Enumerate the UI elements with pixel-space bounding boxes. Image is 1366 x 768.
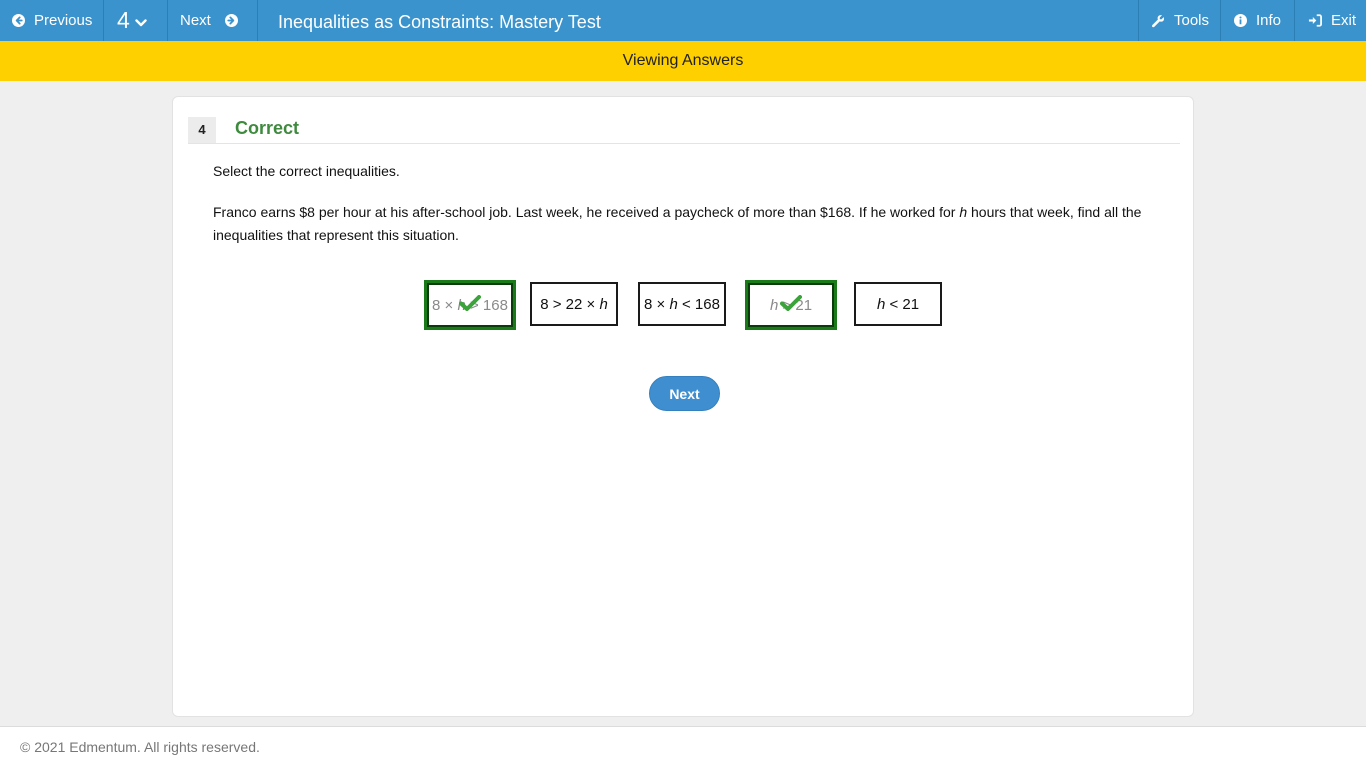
wrench-icon bbox=[1151, 14, 1165, 28]
question-header: 4 Correct bbox=[188, 115, 1180, 144]
answer-choice-3[interactable]: 8 × h < 168 bbox=[638, 282, 726, 326]
arrow-circle-right-icon bbox=[224, 14, 238, 27]
question-variable: h bbox=[959, 204, 968, 220]
question-text: Franco earns $8 per hour at his after-sc… bbox=[213, 201, 1153, 247]
chevron-down-icon bbox=[135, 18, 147, 28]
question-card: 4 Correct Select the correct inequalitie… bbox=[172, 96, 1194, 717]
question-text-part1: Franco earns $8 per hour at his after-sc… bbox=[213, 204, 960, 220]
answer-choice-5[interactable]: h < 21 bbox=[854, 282, 942, 326]
next-question-button[interactable]: Next bbox=[649, 376, 720, 411]
previous-button[interactable]: Previous bbox=[0, 0, 104, 41]
arrow-circle-left-icon bbox=[12, 14, 25, 27]
next-nav-button[interactable]: Next bbox=[168, 0, 258, 41]
footer: © 2021 Edmentum. All rights reserved. bbox=[0, 726, 1366, 768]
next-label: Next bbox=[180, 12, 211, 29]
choice-label: 8 × h < 168 bbox=[644, 295, 720, 313]
info-button[interactable]: Info bbox=[1220, 0, 1294, 41]
exit-button[interactable]: Exit bbox=[1294, 0, 1366, 41]
viewing-answers-banner: Viewing Answers bbox=[0, 41, 1366, 81]
answer-choice-1[interactable]: 8 × h > 168 bbox=[424, 280, 516, 330]
page-title: Inequalities as Constraints: Mastery Tes… bbox=[278, 12, 601, 32]
info-circle-icon bbox=[1234, 14, 1247, 27]
question-number: 4 bbox=[117, 7, 130, 33]
previous-label: Previous bbox=[34, 12, 93, 29]
info-label: Info bbox=[1256, 12, 1282, 29]
copyright-text: © 2021 Edmentum. All rights reserved. bbox=[20, 739, 260, 755]
tools-label: Tools bbox=[1174, 12, 1210, 29]
sign-in-icon bbox=[1308, 14, 1322, 27]
question-number-badge: 4 bbox=[188, 117, 216, 143]
checkmark-icon bbox=[459, 295, 481, 315]
answer-choice-2[interactable]: 8 > 22 × h bbox=[530, 282, 618, 326]
question-status: Correct bbox=[235, 118, 300, 138]
answer-choice-4[interactable]: h > 21 bbox=[745, 280, 837, 330]
checkmark-icon bbox=[780, 295, 802, 315]
question-instruction: Select the correct inequalities. bbox=[213, 163, 400, 179]
exit-label: Exit bbox=[1331, 12, 1357, 29]
top-navigation-bar: Previous 4 Next Inequalities as Constrai… bbox=[0, 0, 1366, 41]
tools-button[interactable]: Tools bbox=[1138, 0, 1220, 41]
question-number-dropdown[interactable]: 4 bbox=[104, 0, 168, 41]
choice-label: h < 21 bbox=[876, 295, 920, 313]
choice-label: 8 > 22 × h bbox=[540, 295, 608, 313]
